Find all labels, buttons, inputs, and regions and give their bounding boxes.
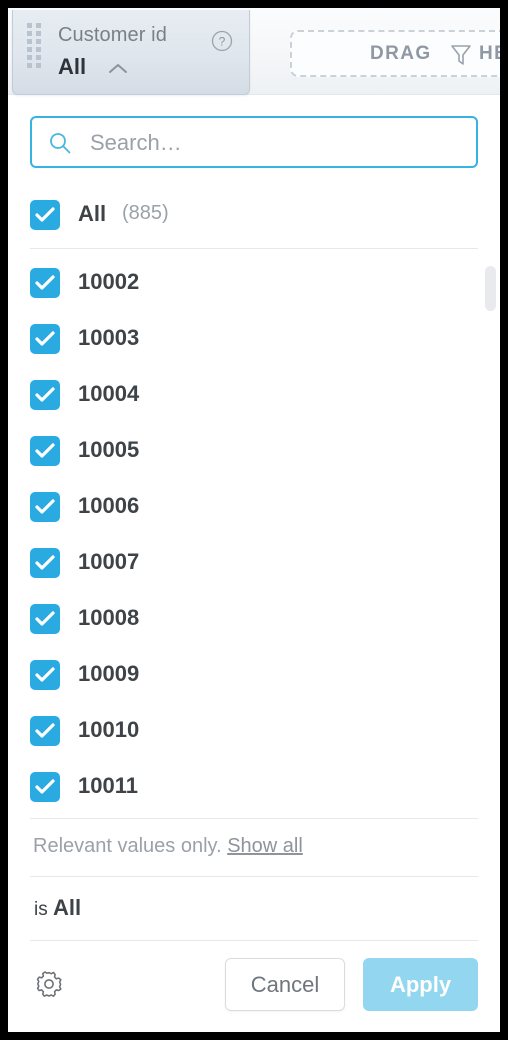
checkbox-checked-icon[interactable] xyxy=(30,548,60,578)
list-item[interactable]: 10009 xyxy=(30,660,478,692)
list-divider xyxy=(30,248,478,249)
summary-top-divider xyxy=(30,876,478,877)
select-all-count: (885) xyxy=(122,202,169,224)
apply-button[interactable]: Apply xyxy=(363,958,478,1011)
checkbox-checked-icon[interactable] xyxy=(30,604,60,634)
screenshot-frame: Customer id ? All DRAG H Search… All (88… xyxy=(0,0,508,1040)
checkbox-checked-icon[interactable] xyxy=(30,268,60,298)
list-item-label: All xyxy=(78,201,107,226)
checkbox-checked-icon[interactable] xyxy=(30,772,60,802)
show-all-link[interactable]: Show all xyxy=(227,835,303,857)
list-item[interactable]: 10002 xyxy=(30,268,478,300)
list-scrollbar-thumb[interactable] xyxy=(485,266,496,311)
checkbox-checked-icon[interactable] xyxy=(30,716,60,746)
list-item[interactable]: 10003 xyxy=(30,324,478,356)
cancel-button[interactable]: Cancel xyxy=(225,958,345,1011)
search-field[interactable] xyxy=(30,116,478,168)
filter-summary-value: All xyxy=(53,895,82,920)
list-item-label: 10011 xyxy=(78,773,138,798)
list-item-label: 10007 xyxy=(78,549,140,574)
checkbox-checked-icon[interactable] xyxy=(30,660,60,690)
list-item-label: 10005 xyxy=(78,437,140,462)
checkbox-checked-icon[interactable] xyxy=(30,324,60,354)
list-item-label: 10009 xyxy=(78,661,140,686)
list-item-label: 10006 xyxy=(78,493,140,518)
filter-panel: Customer id ? All DRAG H Search… All (88… xyxy=(8,8,500,1032)
summary-bottom-divider xyxy=(30,940,478,941)
list-item-label: 10002 xyxy=(78,269,140,294)
question-mark-circle-icon[interactable]: ? xyxy=(211,30,233,52)
checkbox-checked-icon[interactable] xyxy=(30,492,60,522)
checkbox-checked-icon[interactable] xyxy=(30,200,60,230)
chevron-up-icon[interactable] xyxy=(107,62,129,76)
list-item-select-all[interactable]: All (885) xyxy=(30,200,478,232)
list-item-label: 10004 xyxy=(78,381,140,406)
checkbox-checked-icon[interactable] xyxy=(30,436,60,466)
filter-summary-prefix: is xyxy=(34,899,48,920)
dropzone-label-left: DRAG xyxy=(370,43,432,64)
list-item[interactable]: 10011 xyxy=(30,772,478,804)
svg-text:?: ? xyxy=(219,35,226,49)
filter-bar: Customer id ? All DRAG H xyxy=(8,8,500,95)
list-item[interactable]: 10010 xyxy=(30,716,478,748)
list-item-label: 10010 xyxy=(78,717,140,742)
list-item[interactable]: 10005 xyxy=(30,436,478,468)
funnel-filter-icon xyxy=(450,43,472,67)
filter-dropzone[interactable]: DRAG HE xyxy=(290,30,500,77)
checkbox-checked-icon[interactable] xyxy=(30,380,60,410)
list-item[interactable]: 10004 xyxy=(30,380,478,412)
list-item[interactable]: 10008 xyxy=(30,604,478,636)
relevant-values-text: Relevant values only. xyxy=(33,835,222,857)
filter-tile-title: Customer id xyxy=(58,24,167,46)
list-item-label: 10008 xyxy=(78,605,140,630)
dropzone-label-right: HE xyxy=(479,43,500,64)
filter-summary: is All xyxy=(34,895,81,921)
list-item-label: 10003 xyxy=(78,325,140,350)
list-item[interactable]: 10006 xyxy=(30,492,478,524)
search-icon xyxy=(48,131,72,155)
search-input[interactable] xyxy=(88,118,472,168)
relevant-values-note: Relevant values only. Show all xyxy=(33,835,303,858)
list-item[interactable]: 10007 xyxy=(30,548,478,580)
drag-handle-dots-icon[interactable] xyxy=(27,23,41,71)
gear-icon[interactable] xyxy=(32,967,66,1001)
filter-tile-value: All xyxy=(58,54,87,79)
list-bottom-divider xyxy=(30,818,478,819)
value-list[interactable]: All (885) 10002 10003 10004 10005 10006 10007 10… xyxy=(8,186,500,819)
filter-tile-customer-id[interactable]: Customer id ? All xyxy=(12,10,250,95)
